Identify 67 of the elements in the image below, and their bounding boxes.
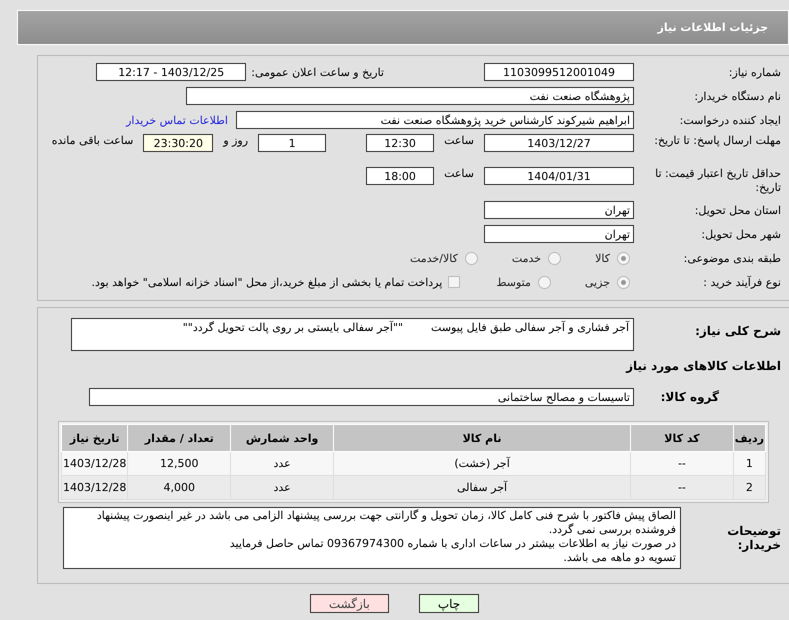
text-field[interactable]: 1 [258,134,326,152]
field-label: ساعت [444,134,474,147]
text-field[interactable]: تهران [484,225,634,243]
page-header: جزئیات اطلاعات نیاز [17,10,789,45]
column-header: تعداد / مقدار [128,424,231,452]
field-label: شرح کلی نیاز: [694,323,781,338]
table-cell: 1 [733,452,766,476]
text-field[interactable]: 1103099512001049 [484,63,634,81]
radio-button[interactable] [464,252,478,264]
table-cell: عدد [230,452,334,476]
radio-label: خدمت [512,252,542,264]
radio-button[interactable] [617,252,630,264]
column-header: نام کالا [334,424,631,452]
table-cell: آجر (خشت) [334,452,631,476]
radio-label: جزیی [584,276,610,288]
radio-label: کالا/خدمت [410,252,458,264]
text-field[interactable]: 1404/01/31 [484,167,634,185]
section-heading: اطلاعات کالاهای مورد نیاز [626,358,781,375]
table-cell: آجر سفالی [334,476,631,500]
contact-link[interactable]: اطلاعات تماس خریدار [126,114,228,126]
description-textarea[interactable]: آجر فشاری و آجر سفالی طبق فایل پیوست ""آجر سفالی بایستی بر روی پالت تحویل گردد"" [71,318,634,351]
table-cell: 1403/12/28 [62,476,128,500]
table-cell: -- [630,452,734,476]
table-cell: -- [630,476,734,500]
back-button[interactable]: بازگشت [310,594,389,613]
field-label: مهلت ارسال پاسخ: تا تاریخ: [653,133,781,148]
field-label: توضیحات خریدار: [726,524,781,552]
field-label: طبقه بندی موضوعی: [682,252,781,264]
radio-button[interactable] [538,276,551,288]
text-field[interactable]: 1403/12/27 [484,134,634,152]
checkbox[interactable] [448,276,460,288]
notes-textarea[interactable]: الصاق پیش فاکتور با شرح فنی کامل کالا، زمان تحویل و گارانتی جهت بررسی پیشنهاد الزامی می باشد در غیر اینصورت پیشنهاد فروشنده بررسی نمی گردد. در صورت نیاز به اطلاعات بیشتر در ساعات اداری با شماره 09367974300 تماس حاصل فرمایید تسویه دو ماهه می باشد. [63,507,681,569]
field-label: ساعت باقی مانده [52,134,134,147]
field-label: گروه کالا: [660,390,720,404]
table-cell: 1403/12/28 [62,452,128,476]
field-label: نوع فرآیند خرید : [702,276,781,288]
field-label: ساعت [444,167,474,180]
field-label: حداقل تاریخ اعتبار قیمت: تا تاریخ: [654,166,781,195]
text-field[interactable]: تهران [484,201,634,219]
table-cell: 2 [733,476,766,500]
table-cell: 12,500 [128,452,231,476]
radio-label: متوسط [496,276,531,288]
field-label: استان محل تحویل: [694,204,781,216]
table-cell: عدد [230,476,334,500]
text-field[interactable]: 12:30 [366,134,434,152]
column-header: تاریخ نیاز [62,424,128,452]
text-field[interactable]: 23:30:20 [143,134,214,152]
text-field[interactable]: پژوهشگاه صنعت نفت [186,87,634,105]
text-field[interactable]: 18:00 [366,167,434,185]
print-button[interactable]: چاپ [418,594,480,613]
field-label: پرداخت تمام یا بخشی از مبلغ خرید،از محل "اسناد خزانه اسلامی" خواهد بود. [92,276,442,288]
radio-button[interactable] [617,276,630,288]
radio-label: کالا [595,252,610,264]
column-header: کد کالا [630,424,734,452]
text-field[interactable]: تاسیسات و مصالح ساختمانی [89,388,634,406]
field-label: تاریخ و ساعت اعلان عمومی: [251,66,384,78]
text-field[interactable]: ابراهیم شیرکوند کارشناس خرید پژوهشگاه صنعت نفت [236,111,634,129]
column-header: واحد شمارش [230,424,334,452]
field-label: نام دستگاه خریدار: [693,90,781,102]
radio-button[interactable] [548,252,562,264]
field-label: روز و [223,134,248,147]
column-header: ردیف [733,424,766,452]
text-field[interactable]: 1403/12/25 - 12:17 [96,63,246,81]
table-cell: 4,000 [128,476,231,500]
field-label: شماره نیاز: [728,66,781,78]
field-label: ایجاد کننده درخواست: [678,114,781,126]
field-label: شهر محل تحویل: [700,228,781,240]
